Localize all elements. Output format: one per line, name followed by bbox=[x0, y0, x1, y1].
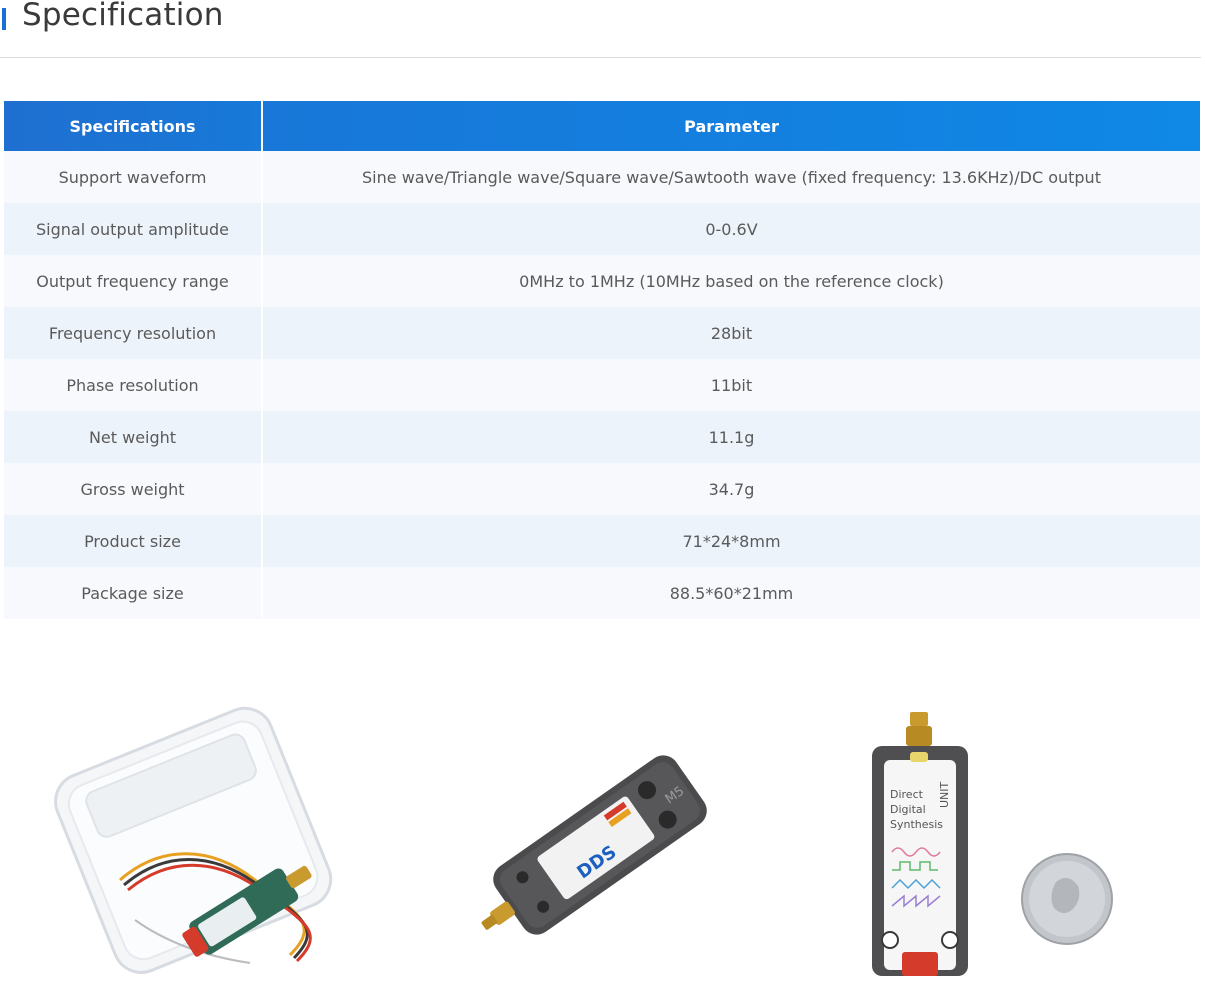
spec-name: Signal output amplitude bbox=[4, 203, 263, 255]
spec-value: 11.1g bbox=[262, 411, 1200, 463]
table-header-row: Specifications Parameter bbox=[4, 101, 1200, 151]
product-gallery: DDS M5 Direct Digital Synthesis UNIT bbox=[0, 640, 1205, 996]
table-row: Product size 71*24*8mm bbox=[4, 515, 1200, 567]
spec-value: 88.5*60*21mm bbox=[262, 567, 1200, 619]
page-title: Specification bbox=[22, 0, 224, 33]
spec-value: 28bit bbox=[262, 307, 1200, 359]
product-image-boxed-kit bbox=[54, 706, 333, 974]
table-row: Output frequency range 0MHz to 1MHz (10M… bbox=[4, 255, 1200, 307]
heading-accent-bar bbox=[2, 8, 6, 30]
product-image-unit-front: Direct Digital Synthesis UNIT bbox=[872, 712, 968, 976]
unit-label-digital: Digital bbox=[890, 803, 926, 816]
header-parameter: Parameter bbox=[262, 101, 1200, 151]
spec-name: Gross weight bbox=[4, 463, 263, 515]
table-row: Frequency resolution 28bit bbox=[4, 307, 1200, 359]
spec-value: 0MHz to 1MHz (10MHz based on the referen… bbox=[262, 255, 1200, 307]
spec-name: Package size bbox=[4, 567, 263, 619]
table-row: Support waveform Sine wave/Triangle wave… bbox=[4, 151, 1200, 203]
spec-name: Phase resolution bbox=[4, 359, 263, 411]
table-row: Gross weight 34.7g bbox=[4, 463, 1200, 515]
spec-value: 34.7g bbox=[262, 463, 1200, 515]
product-image-unit-angled: DDS M5 bbox=[481, 755, 707, 935]
spec-value: 0-0.6V bbox=[262, 203, 1200, 255]
spec-name: Output frequency range bbox=[4, 255, 263, 307]
table-row: Package size 88.5*60*21mm bbox=[4, 567, 1200, 619]
unit-label-synthesis: Synthesis bbox=[890, 818, 943, 831]
section-heading: Specification bbox=[0, 0, 1201, 58]
unit-label-direct: Direct bbox=[890, 788, 924, 801]
spec-name: Support waveform bbox=[4, 151, 263, 203]
unit-label-unit: UNIT bbox=[938, 781, 951, 808]
spec-name: Frequency resolution bbox=[4, 307, 263, 359]
table-row: Phase resolution 11bit bbox=[4, 359, 1200, 411]
spec-value: 71*24*8mm bbox=[262, 515, 1200, 567]
spec-value: Sine wave/Triangle wave/Square wave/Sawt… bbox=[262, 151, 1200, 203]
spec-name: Net weight bbox=[4, 411, 263, 463]
table-row: Signal output amplitude 0-0.6V bbox=[4, 203, 1200, 255]
spec-name: Product size bbox=[4, 515, 263, 567]
header-specifications: Specifications bbox=[4, 101, 263, 151]
table-row: Net weight 11.1g bbox=[4, 411, 1200, 463]
coin-scale-reference bbox=[1021, 853, 1113, 945]
spec-table: Specifications Parameter Support wavefor… bbox=[4, 101, 1200, 619]
spec-value: 11bit bbox=[262, 359, 1200, 411]
